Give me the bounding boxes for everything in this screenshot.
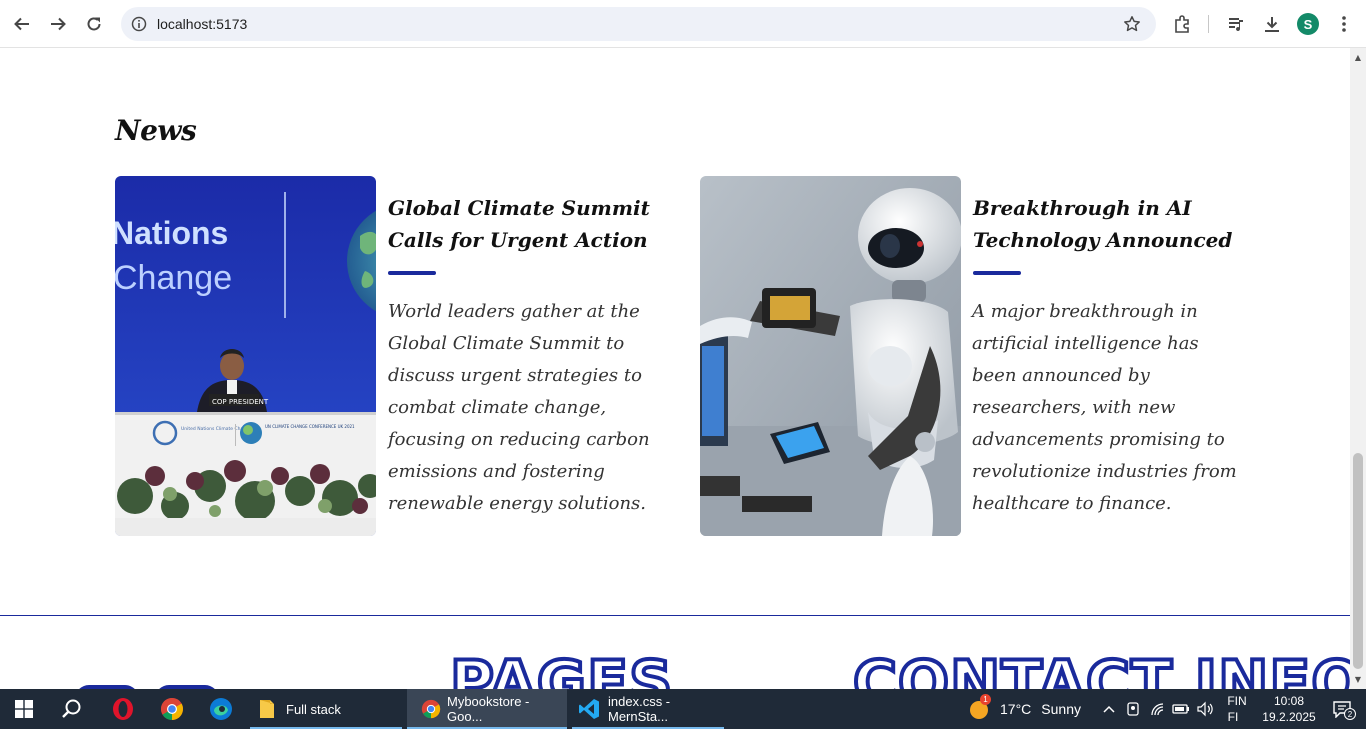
windows-start-icon[interactable]	[0, 689, 48, 729]
toolbar-separator	[1208, 15, 1209, 33]
chrome-icon	[421, 699, 441, 719]
forward-icon[interactable]	[46, 12, 70, 36]
article-body: A major breakthrough in artificial intel…	[972, 301, 1237, 514]
language-indicator[interactable]: FIN FI	[1222, 689, 1252, 729]
banner-line1: Nations	[115, 215, 228, 251]
edge-icon[interactable]	[198, 689, 244, 729]
taskbar-app-label: Full stack	[286, 701, 341, 717]
clock-time: 10:08	[1273, 694, 1305, 708]
footer-contact-heading: CONTACT INFO	[851, 646, 1350, 689]
page-scrollbar[interactable]: ▲ ▼	[1350, 48, 1366, 689]
taskbar-app-chrome[interactable]: Mybookstore - Goo...	[407, 689, 567, 729]
battery-icon[interactable]	[1171, 689, 1191, 729]
vscode-icon	[578, 698, 600, 720]
sun-icon: 1	[968, 694, 991, 720]
reload-icon[interactable]	[82, 12, 106, 36]
logo-text-2: UN CLIMATE CHANGE CONFERENCE UK 2021	[265, 424, 355, 429]
downloads-icon[interactable]	[1260, 12, 1284, 36]
profile-avatar[interactable]: S	[1297, 13, 1319, 35]
browser-toolbar: localhost:5173 S	[0, 0, 1366, 48]
bookmark-star-icon[interactable]	[1122, 14, 1142, 34]
taskbar-app-label: Mybookstore - Goo...	[447, 694, 530, 724]
volume-icon[interactable]	[1195, 689, 1215, 729]
folder-icon	[258, 698, 276, 720]
news-heading: News	[115, 114, 197, 147]
menu-icon[interactable]	[1332, 12, 1356, 36]
url-text[interactable]: localhost:5173	[157, 16, 247, 32]
article-image-robot	[700, 176, 961, 536]
scroll-up-icon[interactable]: ▲	[1353, 52, 1363, 62]
chevron-up-icon[interactable]	[1100, 689, 1118, 729]
article-title[interactable]: Global Climate Summit Calls for Urgent A…	[388, 192, 658, 256]
taskbar-app-file-explorer[interactable]: Full stack	[250, 689, 402, 729]
clock-date: 19.2.2025	[1262, 710, 1316, 724]
article-title[interactable]: Breakthrough in AI Technology Announced	[973, 192, 1243, 256]
taskbar-app-label: index.css - MernSta...	[608, 694, 671, 724]
title-underline	[973, 271, 1021, 275]
article-image-climate: Nations Change COP PRESIDENT United Nati…	[115, 176, 376, 536]
address-bar[interactable]: localhost:5173	[121, 7, 1156, 41]
site-info-icon[interactable]	[129, 14, 149, 34]
title-underline	[388, 271, 436, 275]
weather-temp: 17°C	[1000, 701, 1032, 717]
footer-pages-heading: PAGES	[448, 646, 674, 689]
banner-line2: Change	[115, 259, 232, 297]
search-icon[interactable]	[48, 689, 96, 729]
scrollbar-thumb[interactable]	[1353, 453, 1363, 669]
clock[interactable]: 10:08 19.2.2025	[1256, 689, 1322, 729]
article-body: World leaders gather at the Global Clima…	[388, 301, 650, 514]
scroll-down-icon[interactable]: ▼	[1353, 674, 1363, 684]
taskbar: Full stack Mybookstore - Goo... index.cs…	[0, 689, 1366, 729]
meet-now-icon[interactable]	[1124, 689, 1142, 729]
media-icon[interactable]	[1224, 12, 1248, 36]
opera-icon[interactable]	[100, 689, 146, 729]
podium-label: COP PRESIDENT	[212, 398, 269, 406]
weather-badge: 1	[980, 694, 991, 705]
chrome-icon[interactable]	[149, 689, 195, 729]
notifications-icon[interactable]: 2	[1322, 689, 1362, 729]
language-line2: FI	[1227, 710, 1239, 724]
weather-widget[interactable]: 1 17°C Sunny	[968, 689, 1088, 729]
page-content: News Nations Change COP PRESIDENT United	[0, 48, 1350, 689]
wifi-icon[interactable]	[1148, 689, 1168, 729]
footer-divider	[0, 615, 1350, 616]
language-line1: FIN	[1227, 694, 1247, 708]
weather-condition: Sunny	[1041, 701, 1081, 717]
notification-count: 2	[1344, 708, 1356, 720]
extensions-icon[interactable]	[1170, 12, 1194, 36]
taskbar-app-vscode[interactable]: index.css - MernSta...	[572, 689, 724, 729]
back-icon[interactable]	[10, 12, 34, 36]
